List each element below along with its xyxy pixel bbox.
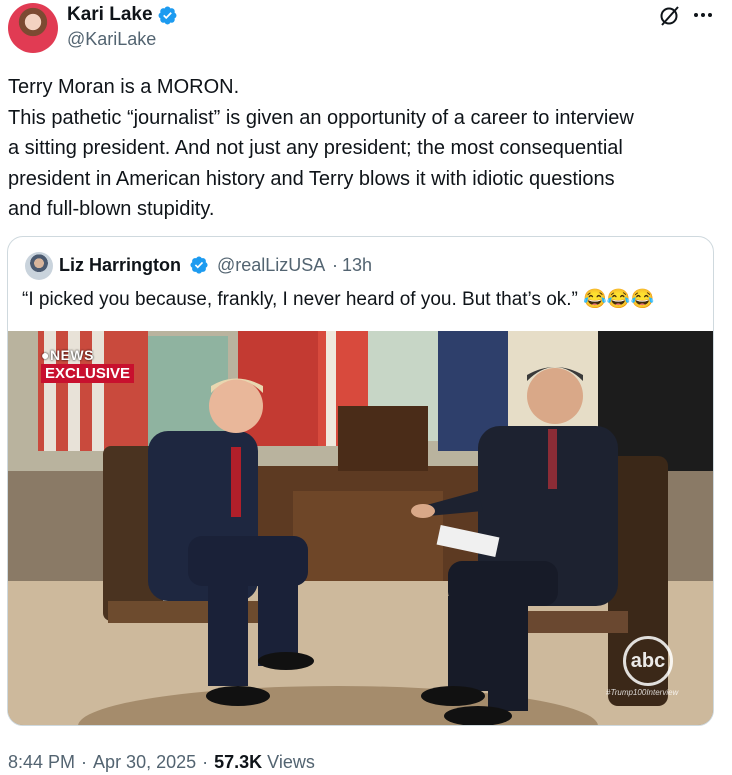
- more-icon[interactable]: [690, 3, 716, 27]
- tweet-line: a sitting president. And not just any pr…: [8, 137, 623, 159]
- quote-author-handle[interactable]: @realLizUSA: [217, 255, 325, 276]
- quoted-tweet-card[interactable]: Liz Harrington @realLizUSA · 13h “I pick…: [7, 236, 714, 726]
- exclusive-banner: EXCLUSIVE: [41, 364, 135, 383]
- video-player[interactable]: ●NEWS EXCLUSIVE abc #Trump100Interview: [8, 331, 713, 725]
- views-count: 57.3K: [214, 752, 263, 772]
- tweet-line: This pathetic “journalist” is given an o…: [8, 106, 634, 129]
- author-name-row[interactable]: Kari Lake: [67, 4, 178, 26]
- quote-timestamp[interactable]: 13h: [342, 255, 372, 276]
- quote-text-body: “I picked you because, frankly, I never …: [22, 289, 578, 310]
- abc-watermark-icon: abc: [623, 636, 673, 686]
- abc-logo-icon: ●: [41, 347, 50, 363]
- tweet-line: and full-blown stupidity.: [8, 198, 215, 220]
- quote-author-avatar[interactable]: [25, 252, 53, 280]
- quote-text: “I picked you because, frankly, I never …: [22, 287, 654, 311]
- post-date[interactable]: Apr 30, 2025: [93, 752, 196, 773]
- views-label: Views: [267, 752, 315, 772]
- separator-dot: ·: [81, 752, 88, 772]
- separator-dot: ·: [202, 752, 209, 772]
- video-hashtag: #Trump100Interview: [606, 688, 679, 697]
- news-badge: ●NEWS EXCLUSIVE: [41, 347, 135, 383]
- news-logo-text: NEWS: [49, 347, 94, 363]
- author-handle[interactable]: @KariLake: [67, 29, 156, 50]
- tweet-line: Terry Moran is a MORON.: [8, 76, 240, 98]
- video-frame-image: [8, 331, 713, 725]
- quote-author-display-name[interactable]: Liz Harrington: [59, 255, 181, 276]
- author-display-name[interactable]: Kari Lake: [67, 4, 153, 26]
- grok-icon[interactable]: [658, 4, 682, 28]
- post-time[interactable]: 8:44 PM: [8, 752, 75, 773]
- author-avatar[interactable]: [8, 3, 58, 53]
- tweet-line: president in American history and Terry …: [8, 167, 615, 190]
- verified-badge-icon: [158, 6, 177, 24]
- laughing-emoji-group: 😂😂😂: [583, 289, 655, 310]
- tweet-meta: 8:44 PM · Apr 30, 2025 · 57.3K Views: [8, 752, 315, 773]
- verified-badge-icon: [190, 256, 208, 274]
- tweet-text: Terry Moran is a MORON. This pathetic “j…: [8, 72, 720, 225]
- abc-news-logo: ●NEWS: [41, 347, 134, 363]
- separator-dot: ·: [332, 255, 338, 275]
